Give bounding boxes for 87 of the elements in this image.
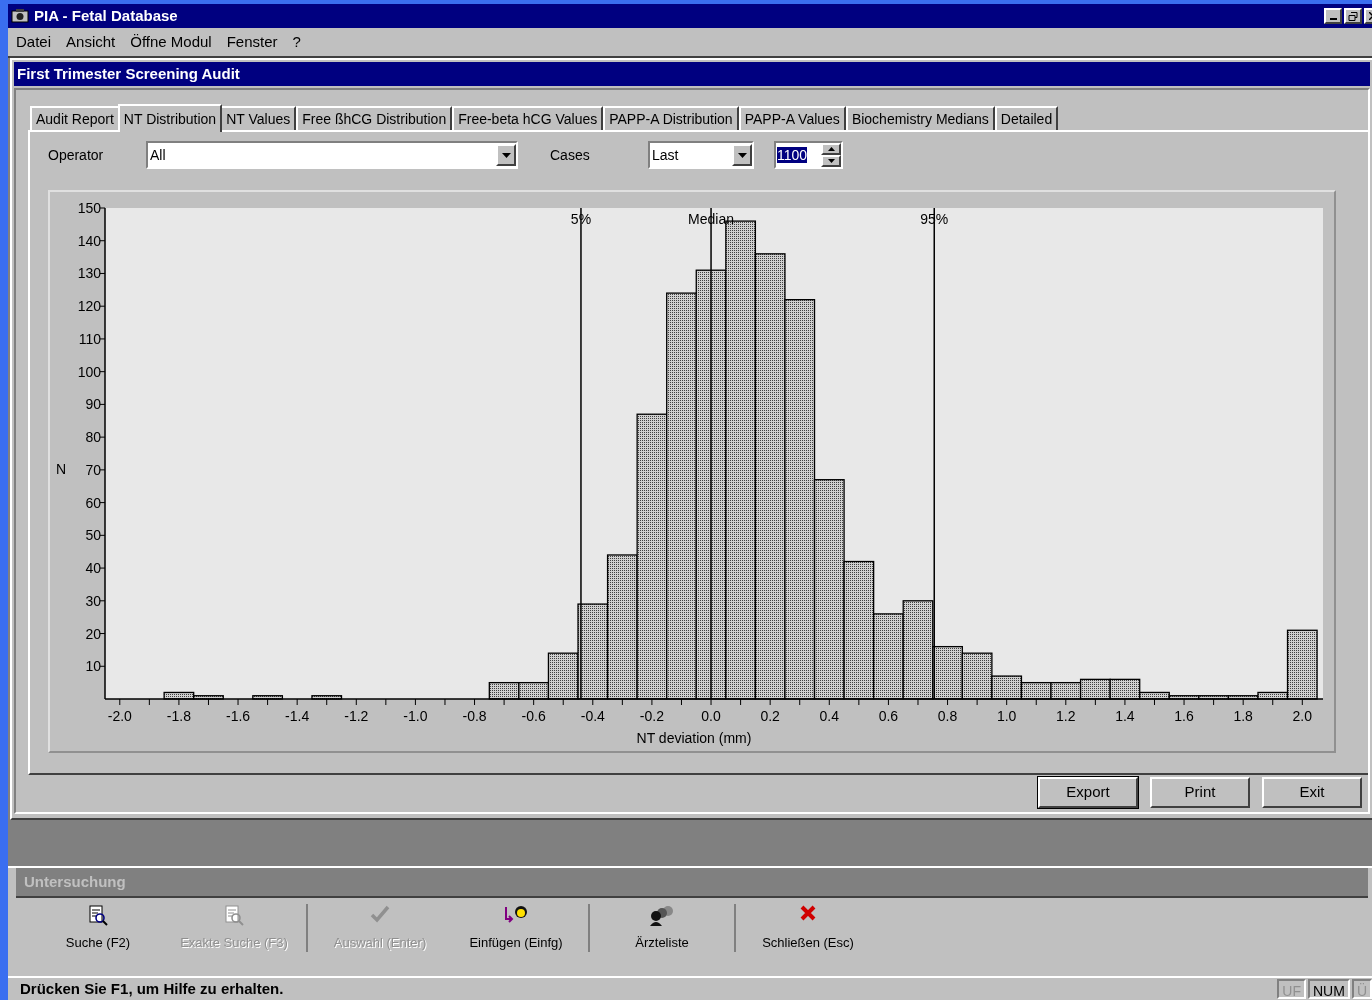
toolbar-button[interactable]: Schließen (Esc): [740, 904, 876, 952]
tab[interactable]: PAPP-A Values: [738, 106, 846, 130]
x-tick-label: 1.2: [1056, 708, 1076, 724]
histogram-bar: [1079, 678, 1111, 700]
checkmark-icon: [370, 904, 390, 924]
y-tick-label: 110: [78, 330, 101, 347]
panel-title: Untersuchung: [24, 871, 126, 892]
x-tick-label: 0.4: [819, 708, 840, 724]
restore-button[interactable]: [1344, 8, 1362, 24]
cases-label: Cases: [550, 145, 591, 165]
y-tick-label: 40: [85, 560, 101, 577]
menu-item[interactable]: Öffne Modul: [130, 30, 212, 54]
operator-dropdown[interactable]: All: [146, 141, 518, 169]
x-tick-label: -1.8: [166, 708, 191, 724]
tab[interactable]: Audit Report: [30, 106, 120, 130]
caret-icon: [501, 152, 511, 158]
menu-item[interactable]: Ansicht: [66, 30, 116, 54]
y-tick-label: 50: [85, 527, 101, 544]
minimize-button[interactable]: [1324, 8, 1342, 24]
x-tick-label: 2.0: [1292, 708, 1313, 724]
window-title: PIA - Fetal Database: [34, 5, 178, 26]
spin-up-button[interactable]: [821, 143, 841, 155]
toolbar-button[interactable]: Ärzteliste: [594, 904, 730, 952]
dialog-button[interactable]: Exit: [1262, 777, 1362, 808]
operator-label: Operator: [48, 145, 105, 165]
toolbar-button[interactable]: Suche (F2): [30, 904, 166, 952]
histogram-bar: [311, 695, 343, 700]
x-tick-label: -1.4: [285, 708, 310, 724]
y-axis-title: N: [55, 461, 67, 477]
x-tick-label: 0.8: [937, 708, 958, 724]
down-arrow-icon: [827, 159, 835, 163]
tab[interactable]: PAPP-A Distribution: [603, 106, 739, 130]
x-tick-label: 1.6: [1174, 708, 1194, 724]
tab[interactable]: NT Values: [220, 106, 297, 130]
y-tick-label: 70: [85, 461, 101, 478]
x-tick-label: 1.8: [1233, 708, 1253, 724]
spin-down-button[interactable]: [821, 155, 841, 167]
x-tick-label: -0.2: [639, 708, 664, 724]
x-tick-label: 0.6: [878, 708, 899, 724]
toolbar-button[interactable]: Einfügen (Einfg): [448, 904, 584, 952]
y-tick-label: 20: [85, 625, 101, 642]
person-arrow-icon: [503, 904, 529, 924]
search-icon: [223, 904, 245, 926]
x-tick-label: -0.6: [521, 708, 546, 724]
child-window-title: First Trimester Screening Audit: [17, 63, 240, 84]
x-tick-label: 1.4: [1115, 708, 1135, 724]
x-tick-label: -1.2: [344, 708, 369, 724]
menu-item[interactable]: Fenster: [226, 30, 278, 54]
caret-icon: [737, 152, 747, 158]
y-tick-label: 140: [77, 232, 101, 249]
y-tick-label: 30: [85, 592, 101, 609]
camera-icon: [11, 8, 29, 24]
x-tick-label: -0.4: [580, 708, 605, 724]
x-axis-title: NT deviation (mm): [636, 730, 752, 746]
y-tick-label: 120: [77, 298, 101, 315]
tab[interactable]: Free ßhCG Distribution: [296, 106, 453, 130]
cases-dropdown[interactable]: Last: [648, 141, 754, 169]
x-tick-label: 0.2: [760, 708, 780, 724]
close-icon: [799, 904, 817, 922]
x-tick-label: -1.6: [225, 708, 251, 724]
search-icon: [87, 904, 109, 926]
y-tick-label: 80: [85, 429, 101, 446]
histogram-bar: [252, 695, 284, 700]
y-tick-label: 10: [85, 658, 101, 675]
y-tick-label: 150: [77, 200, 101, 216]
x-tick-label: 1.0: [996, 708, 1017, 724]
status-indicator: NUM: [1308, 979, 1350, 999]
tab[interactable]: NT Distribution: [117, 104, 223, 132]
people-icon: [648, 904, 676, 926]
restore-icon: [1348, 11, 1358, 21]
y-tick-label: 130: [77, 265, 101, 282]
y-tick-label: 100: [77, 363, 101, 380]
x-tick-label: -0.8: [462, 708, 487, 724]
menu-item[interactable]: Datei: [16, 30, 52, 54]
x-tick-label: 0.0: [701, 708, 721, 724]
menu-item[interactable]: ?: [292, 30, 301, 54]
x-tick-label: -2.0: [107, 708, 132, 724]
x-tick-label: -1.0: [403, 708, 428, 724]
tab[interactable]: Detailed: [994, 106, 1059, 130]
dialog-button[interactable]: Print: [1150, 777, 1250, 808]
tab[interactable]: Biochemistry Medians: [845, 106, 995, 130]
y-tick-label: 60: [85, 494, 101, 511]
up-arrow-icon: [827, 147, 835, 151]
status-message: Drücken Sie F1, um Hilfe zu erhalten.: [20, 978, 284, 999]
dialog-button[interactable]: Export: [1038, 777, 1138, 808]
y-tick-label: 90: [85, 396, 101, 413]
tab[interactable]: Free-beta hCG Values: [452, 106, 604, 130]
